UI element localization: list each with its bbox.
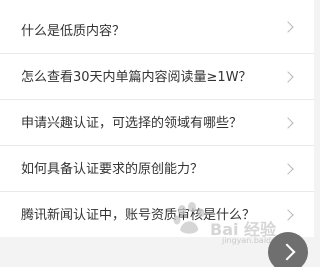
chevron-right-icon	[278, 243, 296, 261]
question-item-3[interactable]: 申请兴趣认证，可选择的领域有哪些？	[0, 100, 314, 146]
baidu-paw-logo	[173, 202, 205, 234]
question-item-2[interactable]: 怎么查看30天内单篇内容阅读量≥1W？	[0, 54, 314, 100]
question-item-1[interactable]: 什么是低质内容？	[0, 0, 314, 54]
question-text: 申请兴趣认证，可选择的领域有哪些？	[21, 116, 243, 131]
chevron-right-icon	[282, 162, 294, 175]
next-button[interactable]	[268, 232, 308, 267]
chevron-right-icon	[282, 20, 294, 33]
question-text: 如何具备认证要求的原创能力？	[21, 162, 204, 177]
chevron-right-icon	[282, 116, 294, 129]
chevron-right-icon	[282, 70, 294, 83]
faq-page: 什么是低质内容？ 怎么查看30天内单篇内容阅读量≥1W？ 申请兴趣认证，可选择的…	[0, 0, 314, 267]
question-text: 怎么查看30天内单篇内容阅读量≥1W？	[21, 70, 252, 85]
question-text: 什么是低质内容？	[21, 24, 126, 39]
question-item-4[interactable]: 如何具备认证要求的原创能力？	[0, 146, 314, 192]
